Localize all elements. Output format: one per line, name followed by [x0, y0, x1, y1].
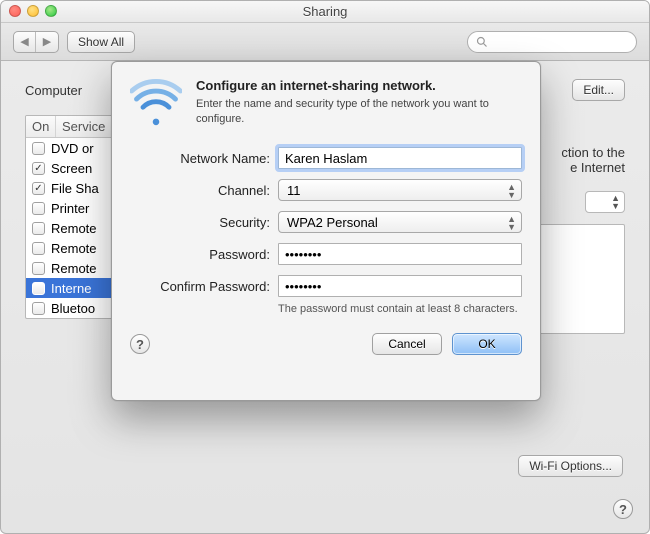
service-checkbox[interactable]	[32, 142, 45, 155]
password-label: Password:	[130, 247, 270, 262]
service-label: Remote	[51, 221, 97, 236]
titlebar: Sharing	[1, 1, 649, 23]
service-checkbox[interactable]: ✓	[32, 182, 45, 195]
service-checkbox[interactable]	[32, 302, 45, 315]
service-checkbox[interactable]	[32, 262, 45, 275]
show-all-button[interactable]: Show All	[67, 31, 135, 53]
search-input[interactable]	[467, 31, 637, 53]
zoom-icon[interactable]	[45, 5, 57, 17]
configure-network-sheet: Configure an internet-sharing network. E…	[111, 61, 541, 401]
security-label: Security:	[130, 215, 270, 230]
network-name-label: Network Name:	[130, 151, 270, 166]
computer-name-label: Computer	[25, 83, 82, 98]
service-label: Screen	[51, 161, 92, 176]
window-controls	[9, 5, 57, 17]
confirm-password-value: ••••••••	[285, 279, 321, 294]
confirm-password-label: Confirm Password:	[130, 279, 270, 294]
sheet-title: Configure an internet-sharing network.	[196, 78, 522, 93]
password-value: ••••••••	[285, 247, 321, 262]
close-icon[interactable]	[9, 5, 21, 17]
channel-value: 11	[287, 183, 301, 198]
service-label: DVD or	[51, 141, 94, 156]
service-label: Bluetoo	[51, 301, 95, 316]
service-checkbox[interactable]	[32, 242, 45, 255]
share-from-select[interactable]: ▲▼	[585, 191, 625, 213]
sheet-help-button[interactable]: ?	[130, 334, 150, 354]
help-button[interactable]: ?	[613, 499, 633, 519]
network-name-field[interactable]: Karen Haslam	[278, 147, 522, 169]
password-hint: The password must contain at least 8 cha…	[278, 303, 522, 315]
forward-icon[interactable]: ▶	[36, 32, 58, 52]
sheet-subtitle: Enter the name and security type of the …	[196, 97, 522, 127]
wifi-options-button[interactable]: Wi-Fi Options...	[518, 455, 623, 477]
window-title: Sharing	[303, 4, 348, 19]
service-label: Interne	[51, 281, 91, 296]
ok-button[interactable]: OK	[452, 333, 522, 355]
service-label: Remote	[51, 261, 97, 276]
network-name-value: Karen Haslam	[285, 151, 367, 166]
service-checkbox[interactable]	[32, 202, 45, 215]
toolbar: ◀ ▶ Show All	[1, 23, 649, 61]
search-icon	[476, 36, 488, 48]
security-value: WPA2 Personal	[287, 215, 378, 230]
wifi-icon	[130, 78, 182, 133]
service-label: File Sha	[51, 181, 99, 196]
channel-label: Channel:	[130, 183, 270, 198]
password-field[interactable]: ••••••••	[278, 243, 522, 265]
sharing-preferences-window: Sharing ◀ ▶ Show All Computer Edit... On…	[0, 0, 650, 534]
minimize-icon[interactable]	[27, 5, 39, 17]
col-service: Service	[56, 116, 111, 137]
service-checkbox[interactable]	[32, 282, 45, 295]
edit-button[interactable]: Edit...	[572, 79, 625, 101]
service-checkbox[interactable]: ✓	[32, 162, 45, 175]
service-label: Remote	[51, 241, 97, 256]
security-select[interactable]: WPA2 Personal ▲▼	[278, 211, 522, 233]
service-checkbox[interactable]	[32, 222, 45, 235]
cancel-button[interactable]: Cancel	[372, 333, 442, 355]
nav-back-forward[interactable]: ◀ ▶	[13, 31, 59, 53]
channel-select[interactable]: 11 ▲▼	[278, 179, 522, 201]
confirm-password-field[interactable]: ••••••••	[278, 275, 522, 297]
back-icon[interactable]: ◀	[14, 32, 36, 52]
service-label: Printer	[51, 201, 89, 216]
col-on: On	[26, 116, 56, 137]
